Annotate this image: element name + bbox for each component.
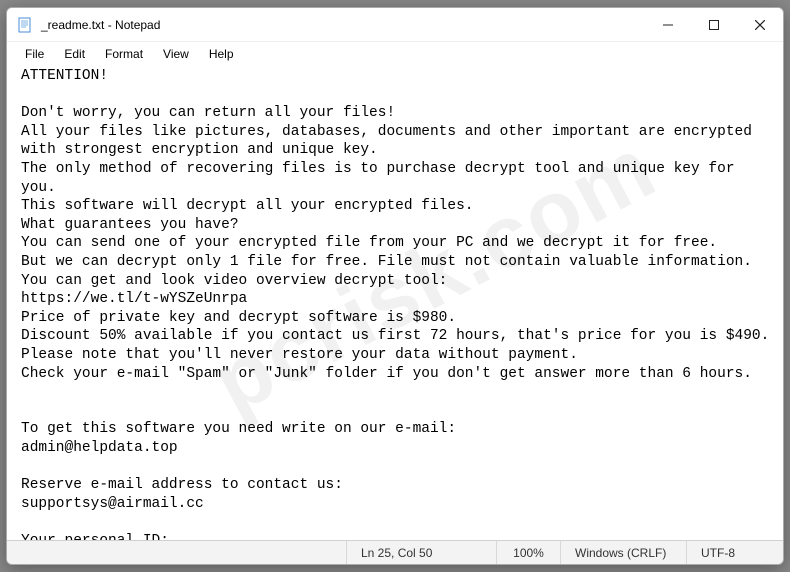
minimize-button[interactable] xyxy=(645,8,691,41)
status-encoding: UTF-8 xyxy=(687,541,783,564)
menu-format[interactable]: Format xyxy=(95,45,153,63)
window-title: _readme.txt - Notepad xyxy=(41,18,645,32)
menu-edit[interactable]: Edit xyxy=(54,45,95,63)
notepad-app-icon xyxy=(17,17,33,33)
close-button[interactable] xyxy=(737,8,783,41)
window-controls xyxy=(645,8,783,41)
menu-file[interactable]: File xyxy=(15,45,54,63)
status-spacer xyxy=(7,541,347,564)
status-bar: Ln 25, Col 50 100% Windows (CRLF) UTF-8 xyxy=(7,540,783,564)
text-content[interactable]: ATTENTION! Don't worry, you can return a… xyxy=(7,66,783,540)
menu-help[interactable]: Help xyxy=(199,45,244,63)
menu-bar: File Edit Format View Help xyxy=(7,42,783,66)
maximize-icon xyxy=(709,20,719,30)
menu-view[interactable]: View xyxy=(153,45,199,63)
notepad-window: _readme.txt - Notepad File Edit Format V… xyxy=(6,7,784,565)
status-zoom: 100% xyxy=(497,541,561,564)
document-text: ATTENTION! Don't worry, you can return a… xyxy=(21,68,769,540)
close-icon xyxy=(755,20,765,30)
status-position: Ln 25, Col 50 xyxy=(347,541,497,564)
title-bar[interactable]: _readme.txt - Notepad xyxy=(7,8,783,42)
status-line-ending: Windows (CRLF) xyxy=(561,541,687,564)
minimize-icon xyxy=(663,20,673,30)
maximize-button[interactable] xyxy=(691,8,737,41)
editor-area[interactable]: ATTENTION! Don't worry, you can return a… xyxy=(7,66,783,540)
